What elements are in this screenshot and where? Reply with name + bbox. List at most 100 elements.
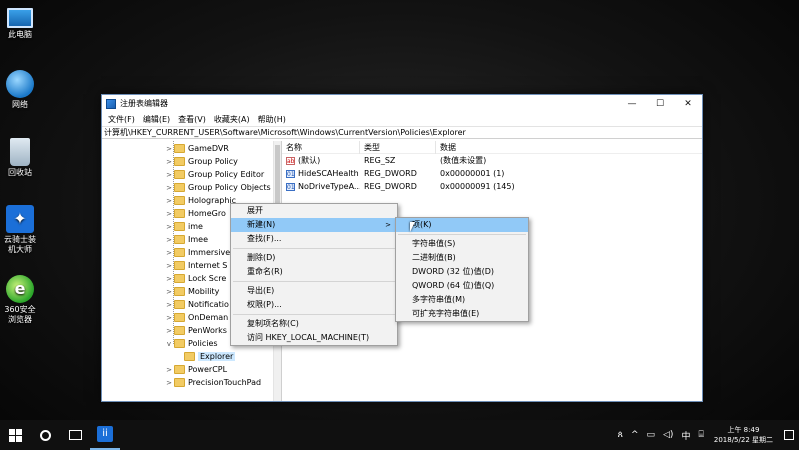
tree-item-policies[interactable]: v Policies xyxy=(164,337,218,350)
title-bar[interactable]: 注册表编辑器 — ☐ ✕ xyxy=(102,95,702,112)
menu-item-export[interactable]: 导出(E) xyxy=(231,284,397,298)
chevron-right-icon[interactable]: > xyxy=(164,223,174,231)
tree-item-lock-screen[interactable]: > Lock Scre xyxy=(164,272,226,285)
close-button[interactable]: ✕ xyxy=(674,95,702,112)
volume-icon[interactable]: ◁) xyxy=(659,430,677,440)
chevron-right-icon[interactable]: > xyxy=(164,158,174,166)
chevron-right-icon[interactable]: > xyxy=(164,171,174,179)
tree-item-ondemand[interactable]: > OnDeman xyxy=(164,311,228,324)
submenu-item-multi-string-value[interactable]: 多字符串值(M) xyxy=(396,293,528,307)
menu-help[interactable]: 帮助(H) xyxy=(254,114,290,125)
taskbar-app-regedit[interactable]: ii xyxy=(90,420,120,450)
value-name: HideSCAHealth xyxy=(298,169,359,178)
maximize-button[interactable]: ☐ xyxy=(646,95,674,112)
tree-item-internet-settings[interactable]: > Internet S xyxy=(164,259,227,272)
tree-item-penworkspace[interactable]: > PenWorks xyxy=(164,324,227,337)
menu-item-find[interactable]: 查找(F)... xyxy=(231,232,397,246)
chevron-up-icon[interactable]: ^ xyxy=(627,430,643,440)
minimize-button[interactable]: — xyxy=(618,95,646,112)
tree-item-group-policy-editor[interactable]: > Group Policy Editor xyxy=(164,168,264,181)
menu-item-rename[interactable]: 重命名(R) xyxy=(231,265,397,279)
values-column-header: 名称 类型 数据 xyxy=(282,141,702,154)
chevron-right-icon[interactable]: > xyxy=(164,314,174,322)
tree-item-holographic[interactable]: > Holographic xyxy=(164,194,236,207)
menu-item-permissions[interactable]: 权限(P)... xyxy=(231,298,397,312)
desktop-icon-360-browser[interactable]: e 360安全浏览器 xyxy=(2,275,38,325)
tree-item-group-policy-objects[interactable]: > Group Policy Objects xyxy=(164,181,271,194)
input-method-icon[interactable]: ⌸ xyxy=(694,430,707,440)
chevron-right-icon[interactable]: > xyxy=(164,236,174,244)
menu-view[interactable]: 查看(V) xyxy=(174,114,210,125)
column-name[interactable]: 名称 xyxy=(282,141,360,154)
action-center-button[interactable] xyxy=(779,420,799,450)
folder-icon xyxy=(174,196,185,205)
tree-item-label: Notificatio xyxy=(188,300,229,309)
task-view-button[interactable] xyxy=(60,420,90,450)
chevron-right-icon[interactable]: > xyxy=(164,249,174,257)
chevron-right-icon[interactable]: > xyxy=(164,262,174,270)
chevron-right-icon[interactable]: > xyxy=(164,145,174,153)
menu-edit[interactable]: 编辑(E) xyxy=(139,114,174,125)
start-button[interactable] xyxy=(0,420,30,450)
desktop-icon-label: 此电脑 xyxy=(8,30,32,39)
menu-item-new[interactable]: 新建(N) > xyxy=(231,218,397,232)
submenu-item-expandable-string-value[interactable]: 可扩充字符串值(E) xyxy=(396,307,528,321)
chevron-right-icon[interactable]: > xyxy=(164,366,174,374)
tree-item-immersive[interactable]: > Immersive xyxy=(164,246,230,259)
submenu-item-string-value[interactable]: 字符串值(S) xyxy=(396,237,528,251)
value-row[interactable]: 01 NoDriveTypeA... REG_DWORD 0x00000091 (… xyxy=(282,180,702,193)
column-data[interactable]: 数据 xyxy=(436,141,616,154)
clock[interactable]: 上午 8:49 2018/5/22 星期二 xyxy=(708,425,779,445)
desktop-icon-network[interactable]: 网络 xyxy=(2,70,38,110)
menu-item-copy-key-name[interactable]: 复制项名称(C) xyxy=(231,317,397,331)
tree-item-explorer[interactable]: Explorer xyxy=(174,350,236,363)
chevron-right-icon[interactable]: > xyxy=(164,301,174,309)
cortana-icon xyxy=(39,429,51,441)
chevron-right-icon[interactable]: > xyxy=(164,184,174,192)
submenu-item-binary-value[interactable]: 二进制值(B) xyxy=(396,251,528,265)
tree-item-powercpl[interactable]: > PowerCPL xyxy=(164,363,227,376)
tree-item-label: OnDeman xyxy=(188,313,229,322)
chevron-down-icon[interactable]: v xyxy=(164,340,174,348)
submenu-item-dword-value[interactable]: DWORD (32 位)值(D) xyxy=(396,265,528,279)
chevron-right-icon[interactable]: > xyxy=(164,288,174,296)
desktop-icon-this-pc[interactable]: 此电脑 xyxy=(2,4,38,40)
network-tray-icon[interactable]: ▭ xyxy=(643,430,660,440)
submenu-item-key[interactable]: 项(K) xyxy=(396,218,528,232)
people-icon[interactable]: ጰ xyxy=(614,430,627,440)
folder-icon xyxy=(174,222,185,231)
chevron-right-icon[interactable]: > xyxy=(164,197,174,205)
menu-separator xyxy=(233,314,395,315)
tree-item-notifications[interactable]: > Notificatio xyxy=(164,298,229,311)
tree-item-group-policy[interactable]: > Group Policy xyxy=(164,155,238,168)
column-type[interactable]: 类型 xyxy=(360,141,436,154)
tree-item-homegroup[interactable]: > HomeGro xyxy=(164,207,226,220)
value-type: REG_DWORD xyxy=(364,182,417,191)
cortana-button[interactable] xyxy=(30,420,60,450)
ime-indicator[interactable]: 中 xyxy=(677,429,694,442)
menu-item-delete[interactable]: 删除(D) xyxy=(231,251,397,265)
tree-item-precisiontouchpad[interactable]: > PrecisionTouchPad xyxy=(164,376,261,389)
desktop-icon-recycle-bin[interactable]: 回收站 xyxy=(2,138,38,178)
chevron-right-icon[interactable]: > xyxy=(164,379,174,387)
address-bar[interactable]: 计算机\HKEY_CURRENT_USER\Software\Microsoft… xyxy=(102,126,702,139)
value-row[interactable]: 01 HideSCAHealth REG_DWORD 0x00000001 (1) xyxy=(282,167,702,180)
desktop-icon-yunqishi[interactable]: ✦ 云骑士装机大师 xyxy=(2,205,38,255)
menu-file[interactable]: 文件(F) xyxy=(104,114,139,125)
value-row[interactable]: ab (默认) REG_SZ (数值未设置) xyxy=(282,154,702,167)
menu-item-goto-hklm[interactable]: 访问 HKEY_LOCAL_MACHINE(T) xyxy=(231,331,397,345)
tree-item-imee[interactable]: > Imee xyxy=(164,233,208,246)
submenu-item-qword-value[interactable]: QWORD (64 位)值(Q) xyxy=(396,279,528,293)
folder-icon xyxy=(174,261,185,270)
chevron-right-icon[interactable]: > xyxy=(164,327,174,335)
menu-item-expand[interactable]: 展开 xyxy=(231,204,397,218)
tree-item-mobility[interactable]: > Mobility xyxy=(164,285,219,298)
desktop-icon-label: 云骑士装机大师 xyxy=(4,235,36,254)
tree-item-ime[interactable]: > ime xyxy=(164,220,203,233)
menu-favorites[interactable]: 收藏夹(A) xyxy=(210,114,254,125)
value-data: 0x00000001 (1) xyxy=(440,169,505,178)
tree-context-menu: 展开 新建(N) > 查找(F)... 删除(D) 重命名(R) 导出(E) 权限… xyxy=(230,203,398,346)
chevron-right-icon[interactable]: > xyxy=(164,210,174,218)
tree-item-gamedvr[interactable]: > GameDVR xyxy=(164,142,229,155)
chevron-right-icon[interactable]: > xyxy=(164,275,174,283)
